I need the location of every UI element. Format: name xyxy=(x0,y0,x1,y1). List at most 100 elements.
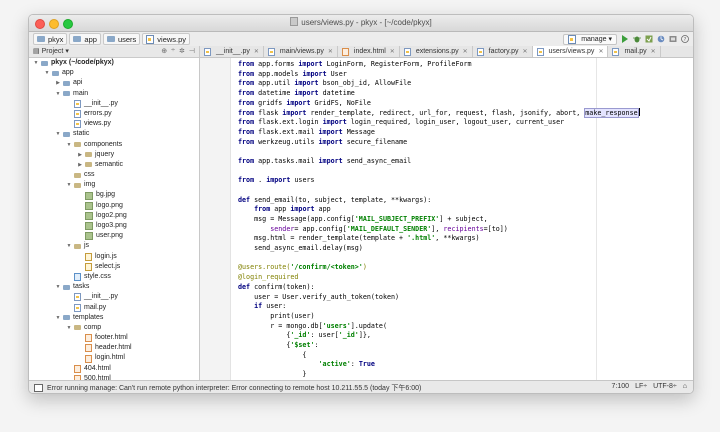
panel-toggle-icon[interactable] xyxy=(34,384,43,392)
code-line[interactable] xyxy=(238,186,689,196)
tree-item[interactable]: select.js xyxy=(29,262,199,272)
expanded-arrow-icon[interactable]: ▼ xyxy=(66,241,72,251)
editor-tab[interactable]: users/views.py ✕ xyxy=(532,46,609,57)
tree-item[interactable]: bg.jpg xyxy=(29,190,199,200)
tree-item[interactable]: ▼ templates xyxy=(29,313,199,323)
expanded-arrow-icon[interactable]: ▼ xyxy=(55,313,61,323)
code-line[interactable]: user = User.verify_auth_token(token) xyxy=(238,293,689,303)
code-line[interactable] xyxy=(238,167,689,177)
expanded-arrow-icon[interactable]: ▼ xyxy=(66,140,72,150)
close-tab-icon[interactable]: ✕ xyxy=(390,48,395,55)
editor-tab[interactable]: factory.py ✕ xyxy=(473,46,533,57)
code-line[interactable]: {'_id': user['_id']}, xyxy=(238,331,689,341)
code-line[interactable] xyxy=(238,254,689,264)
tree-item[interactable]: ▶ jquery xyxy=(29,150,199,160)
code-line[interactable]: if user: xyxy=(238,302,689,312)
code-line[interactable]: from app.util import bson_obj_id, AllowF… xyxy=(238,79,689,89)
tree-item[interactable]: ▼ components xyxy=(29,140,199,150)
line-separator[interactable]: LF÷ xyxy=(635,383,647,390)
code-line[interactable]: @users.route('/confirm/<token>') xyxy=(238,263,689,273)
tree-item[interactable]: 404.html xyxy=(29,364,199,374)
vcs-icon[interactable] xyxy=(669,35,677,43)
editor-tab[interactable]: __init__.py ✕ xyxy=(200,46,264,57)
code-line[interactable]: def send_email(to, subject, template, **… xyxy=(238,196,689,206)
debug-icon[interactable] xyxy=(633,35,641,43)
close-tab-icon[interactable]: ✕ xyxy=(598,48,603,55)
breadcrumb-item-users[interactable]: users xyxy=(102,33,141,45)
tree-item[interactable]: ▼ tasks xyxy=(29,282,199,292)
code-line[interactable]: from app.forms import LoginForm, Registe… xyxy=(238,60,689,70)
code-line[interactable]: } xyxy=(238,370,689,380)
breadcrumb-item-pkyx[interactable]: pkyx xyxy=(33,33,68,45)
tree-item[interactable]: user.png xyxy=(29,231,199,241)
tree-item[interactable]: __init__.py xyxy=(29,99,199,109)
code-line[interactable]: from flask.ext.login import login_requir… xyxy=(238,118,689,128)
editor-tab[interactable]: main/views.py ✕ xyxy=(264,46,338,57)
line-gutter[interactable] xyxy=(200,58,231,381)
tree-item[interactable]: ▼ js xyxy=(29,241,199,251)
code-line[interactable]: from flask import render_template, redir… xyxy=(238,108,689,119)
tree-item[interactable]: ▼ pkyx (~/code/pkyx) xyxy=(29,58,199,68)
code-line[interactable]: print(user) xyxy=(238,312,689,322)
close-tab-icon[interactable]: ✕ xyxy=(254,48,259,55)
collapsed-arrow-icon[interactable]: ▶ xyxy=(55,78,61,88)
tree-item[interactable]: ▼ static xyxy=(29,129,199,139)
file-encoding[interactable]: UTF-8÷ xyxy=(653,383,677,390)
tree-item[interactable]: login.js xyxy=(29,252,199,262)
code-line[interactable]: 'active': True xyxy=(238,360,689,370)
target-icon[interactable]: ⊕ xyxy=(161,47,167,55)
code-line[interactable]: from app import app xyxy=(238,205,689,215)
tree-item[interactable]: ▼ main xyxy=(29,89,199,99)
tree-item[interactable]: logo2.png xyxy=(29,211,199,221)
collapsed-arrow-icon[interactable]: ▶ xyxy=(77,160,83,170)
tree-item[interactable]: ▶ semantic xyxy=(29,160,199,170)
tree-item[interactable]: views.py xyxy=(29,119,199,129)
code-line[interactable]: from . import users xyxy=(238,176,689,186)
status-message[interactable]: Error running manage: Can't run remote p… xyxy=(47,383,421,393)
code-line[interactable]: @login_required xyxy=(238,273,689,283)
close-tab-icon[interactable]: ✕ xyxy=(328,48,333,55)
breadcrumb-item-app[interactable]: app xyxy=(69,33,101,45)
tree-item[interactable]: login.html xyxy=(29,353,199,363)
editor-tab[interactable]: index.html ✕ xyxy=(338,46,400,57)
tree-item[interactable]: footer.html xyxy=(29,333,199,343)
code-line[interactable]: {'$set': xyxy=(238,341,689,351)
code-line[interactable]: { xyxy=(238,351,689,361)
code-line[interactable]: msg.html = render_template(template + '.… xyxy=(238,234,689,244)
expanded-arrow-icon[interactable]: ▼ xyxy=(66,180,72,190)
tree-item[interactable]: css xyxy=(29,170,199,180)
code-line[interactable]: from flask.ext.mail import Message xyxy=(238,128,689,138)
code-editor[interactable]: from app.forms import LoginForm, Registe… xyxy=(200,58,693,381)
close-tab-icon[interactable]: ✕ xyxy=(523,48,528,55)
code-line[interactable]: sender= app.config['MAIL_DEFAULT_SENDER'… xyxy=(238,225,689,235)
code-line[interactable]: from gridfs import GridFS, NoFile xyxy=(238,99,689,109)
code-content[interactable]: from app.forms import LoginForm, Registe… xyxy=(238,60,689,381)
tree-item[interactable]: ▼ app xyxy=(29,68,199,78)
gear-icon[interactable]: ✲ xyxy=(179,47,185,55)
expanded-arrow-icon[interactable]: ▼ xyxy=(55,129,61,139)
tree-item[interactable]: errors.py xyxy=(29,109,199,119)
coverage-icon[interactable] xyxy=(645,35,653,43)
expanded-arrow-icon[interactable]: ▼ xyxy=(55,282,61,292)
code-line[interactable] xyxy=(238,147,689,157)
expanded-arrow-icon[interactable]: ▼ xyxy=(66,323,72,333)
expanded-arrow-icon[interactable]: ▼ xyxy=(55,89,61,99)
close-tab-icon[interactable]: ✕ xyxy=(651,48,656,55)
editor-tab[interactable]: mail.py ✕ xyxy=(608,46,661,57)
profile-icon[interactable] xyxy=(657,35,665,43)
expanded-arrow-icon[interactable]: ▼ xyxy=(44,68,50,78)
tree-item[interactable]: logo3.png xyxy=(29,221,199,231)
project-view-select[interactable]: ▤ Project ▾ xyxy=(33,47,69,55)
code-line[interactable]: r = mongo.db['users'].update( xyxy=(238,322,689,332)
tree-item[interactable]: style.css xyxy=(29,272,199,282)
code-line[interactable]: from werkzeug.utils import secure_filena… xyxy=(238,138,689,148)
code-line[interactable]: def confirm(token): xyxy=(238,283,689,293)
code-line[interactable]: send_async_email.delay(msg) xyxy=(238,244,689,254)
tree-item[interactable]: mail.py xyxy=(29,303,199,313)
run-config-select[interactable]: manage ▾ xyxy=(563,33,617,45)
run-icon[interactable] xyxy=(621,35,629,43)
editor-tab[interactable]: extensions.py ✕ xyxy=(400,46,473,57)
collapsed-arrow-icon[interactable]: ▶ xyxy=(77,150,83,160)
tree-item[interactable]: __init__.py xyxy=(29,292,199,302)
cursor-position[interactable]: 7:100 xyxy=(612,383,630,390)
